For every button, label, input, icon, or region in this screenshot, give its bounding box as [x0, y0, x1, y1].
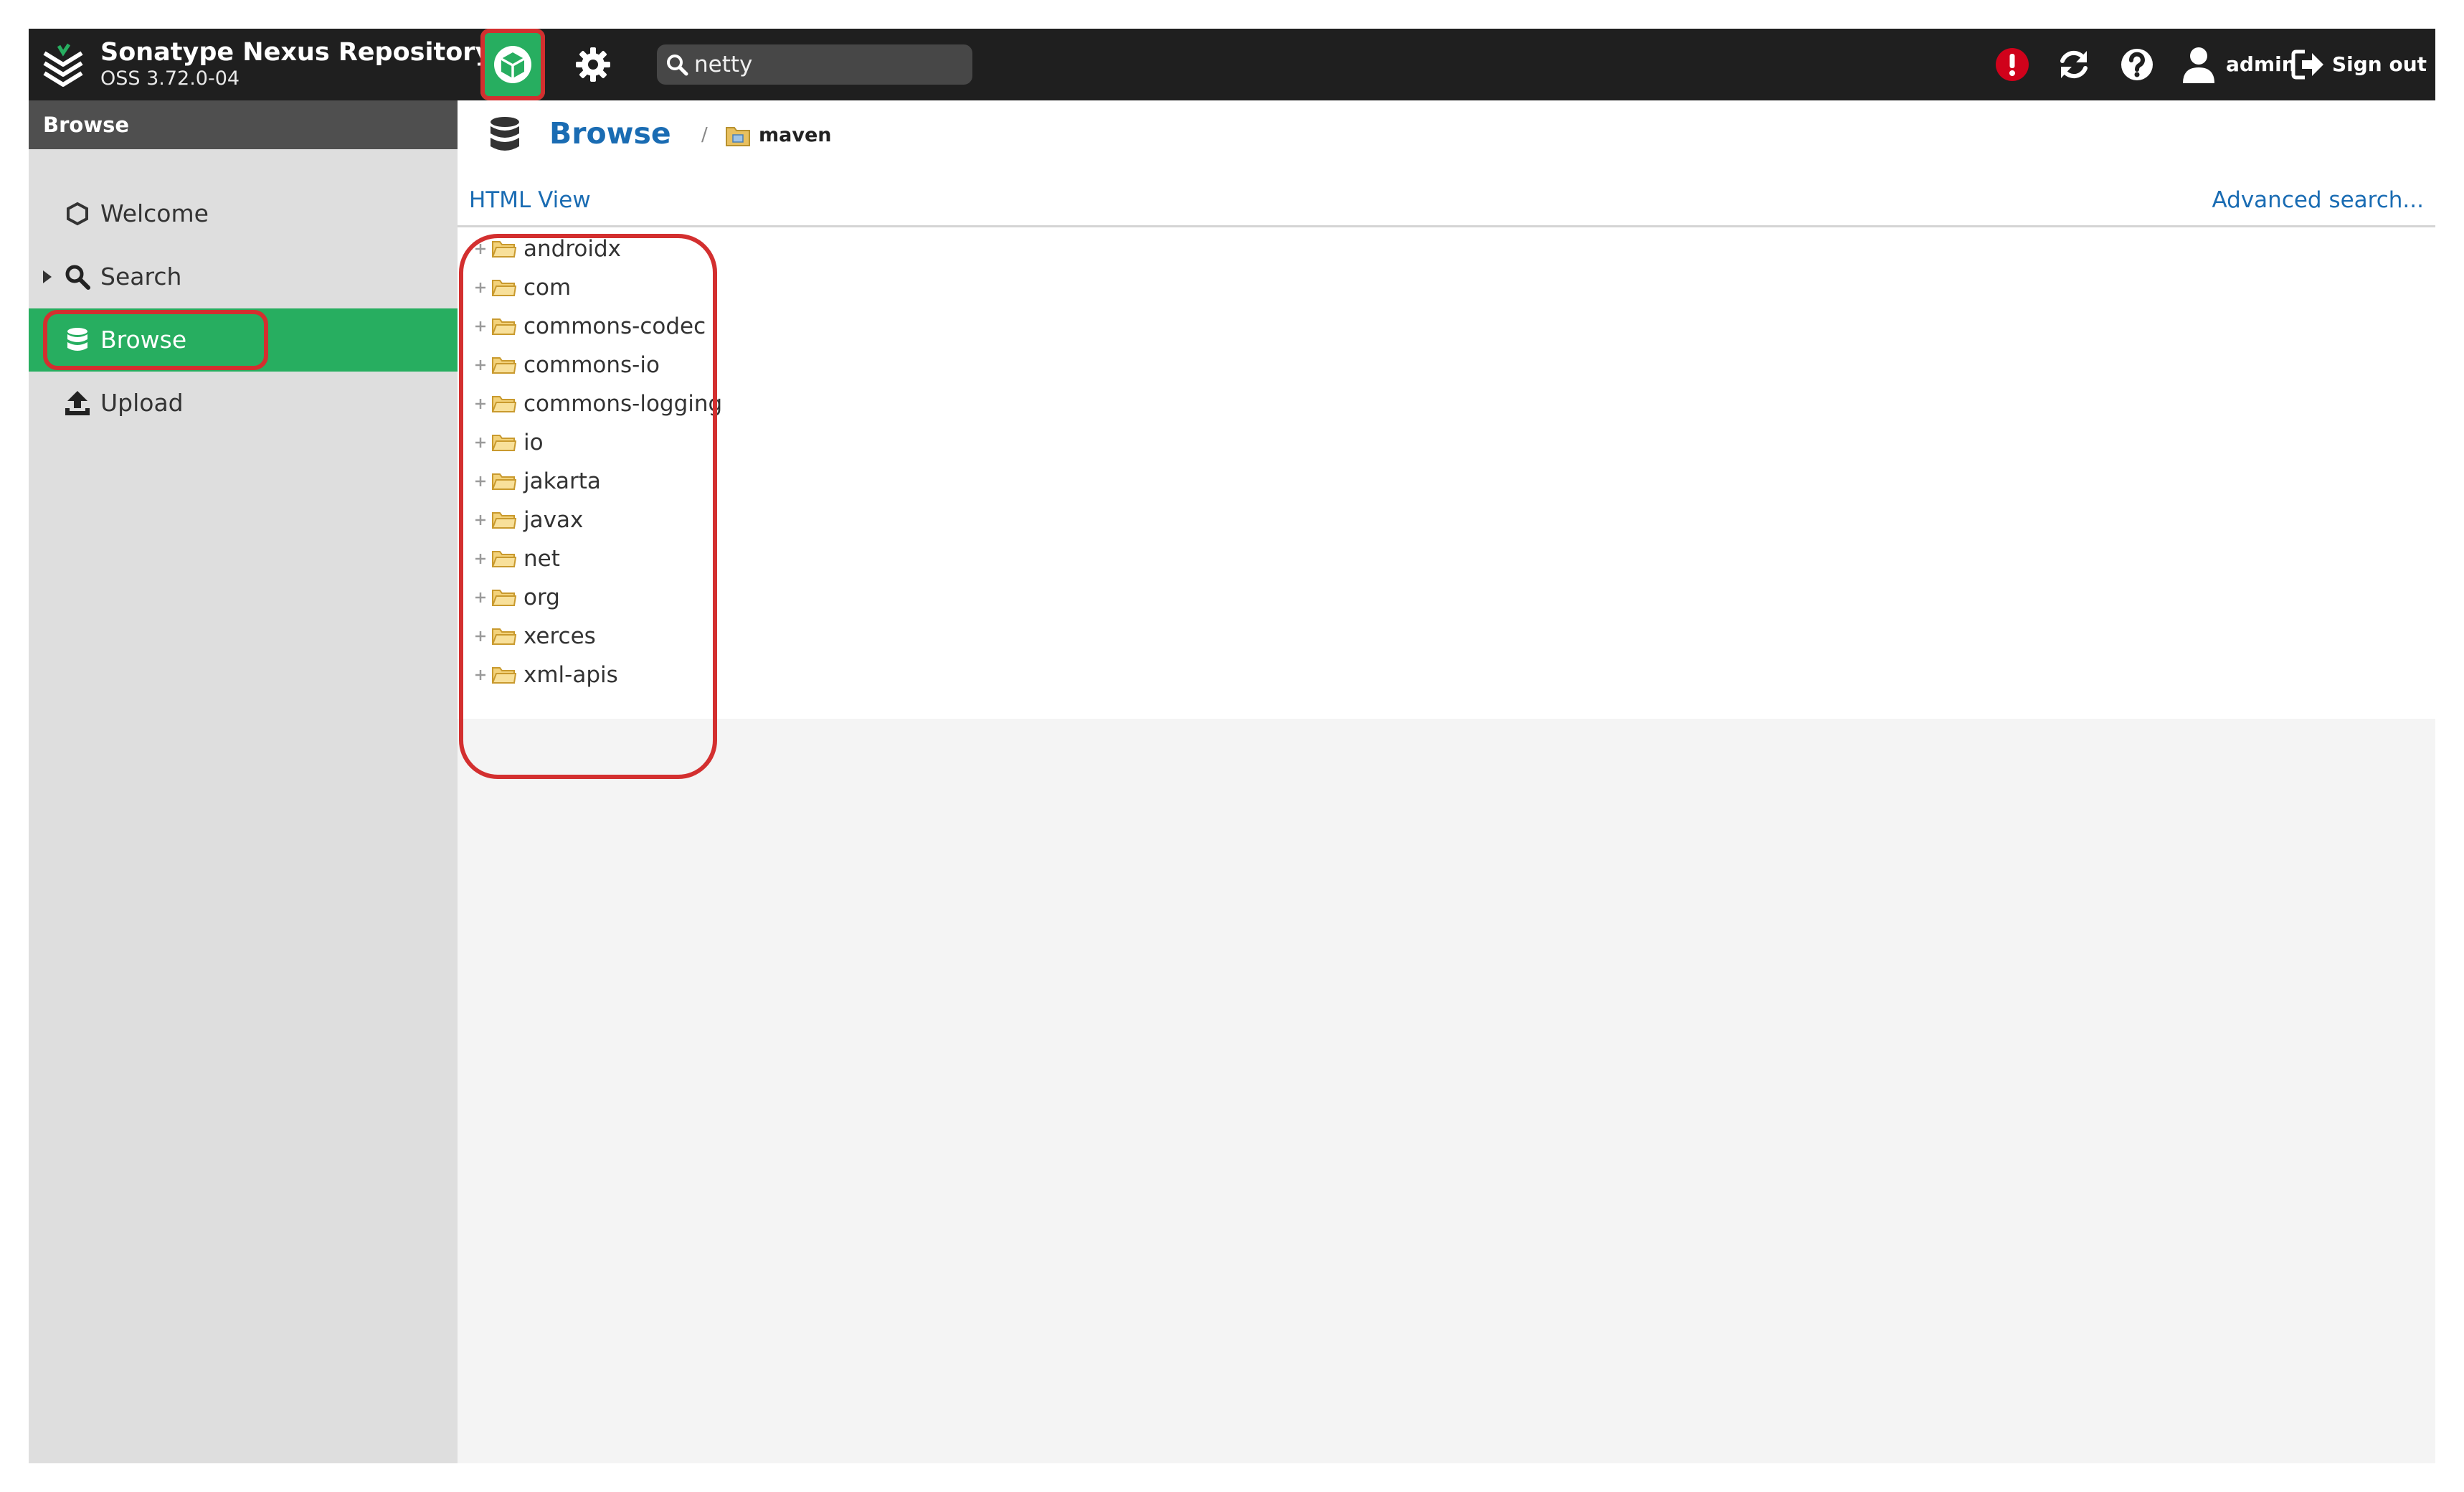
annotation-highlight — [43, 310, 268, 370]
expand-plus-icon[interactable] — [473, 629, 488, 643]
repository-icon — [726, 127, 750, 146]
tree-node[interactable]: jakarta — [458, 462, 744, 501]
tree-node-label: com — [523, 275, 572, 301]
expand-plus-icon[interactable] — [473, 668, 488, 682]
divider — [458, 225, 2435, 227]
help-icon — [2121, 49, 2153, 80]
expand-plus-icon[interactable] — [473, 435, 488, 450]
tree-node-label: net — [523, 546, 560, 572]
hexagon-icon — [63, 199, 92, 228]
sidebar: Browse Welcome Search Browse Upload — [29, 100, 458, 1463]
folder-icon — [492, 590, 516, 606]
folder-icon — [492, 280, 516, 296]
browse-panel: Browse / maven HTML View Advanced search… — [458, 100, 2435, 779]
sign-out-icon-wrap[interactable] — [2289, 46, 2326, 83]
administration-button[interactable] — [570, 42, 616, 88]
nexus-logo-icon — [43, 43, 83, 87]
user-icon — [2183, 47, 2214, 83]
system-alert-button[interactable] — [1994, 46, 2031, 83]
search-icon — [667, 55, 688, 76]
tree-node-label: commons-io — [523, 352, 660, 378]
tree-node-label: xml-apis — [523, 662, 618, 688]
expand-plus-icon[interactable] — [473, 513, 488, 527]
breadcrumb-separator: / — [701, 124, 708, 146]
browse-mode-button[interactable] — [480, 29, 545, 100]
expand-plus-icon[interactable] — [473, 242, 488, 256]
app-name: Sonatype Nexus Repository — [100, 38, 492, 67]
refresh-button[interactable] — [2055, 46, 2093, 83]
app-version: OSS 3.72.0-04 — [100, 67, 240, 90]
folder-icon — [492, 667, 516, 684]
sidebar-item-upload[interactable]: Upload — [29, 372, 458, 435]
nexus-app: Sonatype Nexus Repository OSS 3.72.0-04 — [29, 29, 2435, 1463]
sidebar-item-search[interactable]: Search — [29, 245, 458, 308]
tree-node[interactable]: net — [458, 539, 744, 578]
expand-plus-icon[interactable] — [473, 358, 488, 372]
gear-icon — [576, 47, 610, 82]
top-header: Sonatype Nexus Repository OSS 3.72.0-04 — [29, 29, 2435, 100]
database-icon — [491, 117, 519, 151]
sidebar-section-title: Browse — [29, 100, 458, 149]
folder-icon — [492, 241, 516, 258]
upload-icon — [63, 389, 92, 417]
sign-out-icon — [2291, 49, 2323, 80]
sidebar-item-welcome[interactable]: Welcome — [29, 182, 458, 245]
tree-node[interactable]: commons-logging — [458, 384, 744, 423]
tree-node-label: androidx — [523, 236, 621, 262]
tree-node-label: javax — [523, 507, 584, 533]
refresh-icon — [2060, 50, 2088, 79]
folder-icon — [492, 435, 516, 451]
cube-icon — [494, 46, 531, 83]
help-button[interactable] — [2118, 46, 2156, 83]
folder-icon — [492, 628, 516, 645]
sidebar-item-label: Upload — [100, 389, 184, 417]
advanced-search-link[interactable]: Advanced search... — [2212, 185, 2424, 215]
tree-node-label: commons-codec — [523, 313, 706, 339]
alert-icon — [1996, 48, 2029, 81]
folder-icon — [492, 512, 516, 529]
expand-plus-icon[interactable] — [473, 280, 488, 295]
tree-node-label: org — [523, 585, 560, 610]
folder-icon — [492, 357, 516, 374]
breadcrumb-repository: maven — [759, 124, 832, 146]
tree-node-label: io — [523, 430, 544, 455]
tree-node-label: xerces — [523, 623, 596, 649]
folder-icon — [492, 318, 516, 335]
expand-plus-icon[interactable] — [473, 552, 488, 566]
page-title[interactable]: Browse — [549, 112, 671, 155]
tree-node[interactable]: org — [458, 578, 744, 617]
search-input[interactable] — [694, 44, 967, 85]
html-view-link[interactable]: HTML View — [469, 185, 591, 215]
expand-plus-icon[interactable] — [473, 590, 488, 605]
tree-node[interactable]: com — [458, 268, 744, 307]
search-icon — [63, 263, 92, 291]
user-button[interactable] — [2180, 46, 2217, 83]
tree-node[interactable]: commons-io — [458, 346, 744, 384]
folder-icon — [492, 396, 516, 412]
header-search-box[interactable] — [657, 44, 972, 85]
main-content: Browse / maven HTML View Advanced search… — [458, 100, 2435, 1463]
sidebar-item-label: Search — [100, 263, 182, 291]
sign-out-button[interactable]: Sign out — [2332, 52, 2427, 77]
expand-plus-icon[interactable] — [473, 397, 488, 411]
sidebar-item-label: Welcome — [100, 199, 209, 227]
caret-right-icon[interactable] — [39, 268, 56, 285]
tree-node[interactable]: commons-codec — [458, 307, 744, 346]
sidebar-item-browse[interactable]: Browse — [29, 308, 458, 372]
tree-node-label: jakarta — [523, 468, 601, 494]
tree-node[interactable]: xml-apis — [458, 656, 744, 694]
folder-icon — [492, 473, 516, 490]
tree-node-label: commons-logging — [523, 391, 723, 417]
tree-node[interactable]: javax — [458, 501, 744, 539]
username-label[interactable]: admin — [2226, 52, 2296, 77]
tree-node[interactable]: io — [458, 423, 744, 462]
folder-icon — [492, 551, 516, 567]
tree-node[interactable]: androidx — [458, 230, 744, 268]
tree-node[interactable]: xerces — [458, 617, 744, 656]
expand-plus-icon[interactable] — [473, 319, 488, 334]
expand-plus-icon[interactable] — [473, 474, 488, 488]
